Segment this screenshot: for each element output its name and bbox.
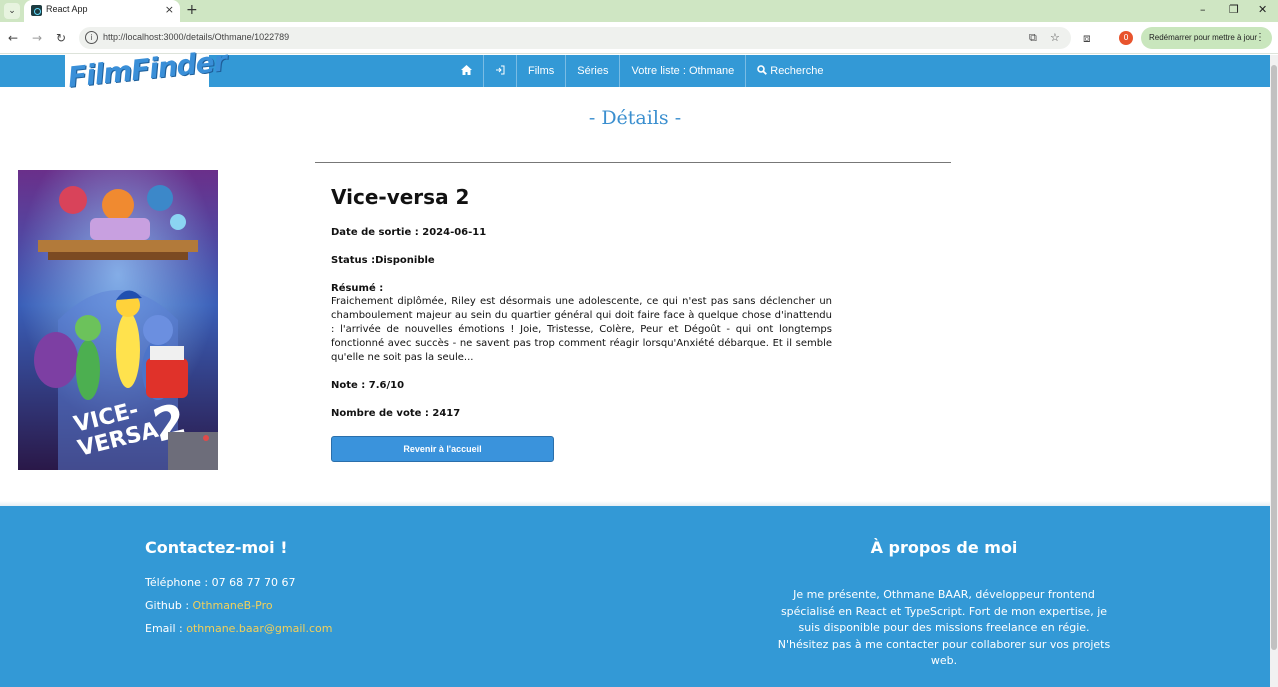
contact-email: Email : othmane.baar@gmail.com — [145, 622, 332, 635]
logo[interactable]: FilmFinder — [65, 44, 228, 107]
reload-icon[interactable]: ↻ — [56, 30, 66, 46]
nav-my-list[interactable]: Votre liste : Othmane — [620, 55, 747, 87]
vote-count: Nombre de vote : 2417 — [331, 408, 832, 419]
github-label: Github : — [145, 599, 193, 612]
status-value: Disponible — [375, 255, 435, 266]
nav-home[interactable] — [450, 55, 484, 87]
logout-icon — [496, 65, 505, 75]
address-bar[interactable]: i http://localhost:3000/details/Othmane/… — [79, 27, 1071, 49]
new-tab-button[interactable]: + — [186, 1, 198, 19]
contact-title: Contactez-moi ! — [145, 538, 288, 557]
resume-text: Fraichement diplômée, Riley est désormai… — [331, 296, 832, 363]
close-tab-icon[interactable]: × — [165, 3, 174, 17]
extensions-icon[interactable]: ⧈ — [1083, 30, 1091, 46]
vote-count-label: Nombre de vote : — [331, 408, 433, 419]
release-date: Date de sortie : 2024-06-11 — [331, 227, 832, 238]
tab-title: React App — [46, 4, 88, 14]
menu-dots-icon[interactable]: ⋮ — [1255, 27, 1265, 49]
rating: Note : 7.6/10 — [331, 380, 832, 391]
nav-menu: Films Séries Votre liste : Othmane Reche… — [450, 55, 834, 87]
vote-count-value: 2417 — [432, 408, 461, 419]
movie-details: Vice-versa 2 Date de sortie : 2024-06-11… — [331, 185, 832, 462]
release-date-label: Date de sortie : — [331, 227, 423, 238]
minimize-icon[interactable]: – — [1200, 3, 1206, 17]
footer: Contactez-moi ! Téléphone : 07 68 77 70 … — [0, 506, 1270, 687]
contact-github: Github : OthmaneB-Pro — [145, 599, 273, 612]
forward-icon[interactable]: → — [32, 30, 42, 46]
restore-icon[interactable]: ❐ — [1229, 3, 1239, 17]
divider — [315, 162, 951, 163]
favicon-react-icon — [31, 5, 42, 16]
nav-logout[interactable] — [484, 55, 517, 87]
update-button[interactable]: Redémarrer pour mettre à jour ⋮ — [1141, 27, 1272, 49]
movie-title: Vice-versa 2 — [331, 185, 470, 209]
about-text: Je me présente, Othmane BAAR, développeu… — [777, 588, 1111, 667]
rating-value: 7.6/10 — [368, 380, 405, 391]
nav-search-label: Recherche — [770, 65, 824, 77]
poster-illustration: VICE- VERSA 2 — [18, 170, 218, 470]
about-title: À propos de moi — [870, 538, 1018, 557]
window-close-icon[interactable]: ✕ — [1258, 3, 1267, 17]
phone-value: 07 68 77 70 67 — [211, 576, 296, 589]
install-icon[interactable]: ⧉ — [1029, 30, 1037, 46]
profile-badge[interactable]: 0 — [1119, 31, 1133, 45]
nav-series[interactable]: Séries — [566, 55, 621, 87]
status: Status :Disponible — [331, 255, 832, 266]
bookmark-star-icon[interactable]: ☆ — [1050, 30, 1060, 46]
contact-phone: Téléphone : 07 68 77 70 67 — [145, 576, 296, 589]
browser-tab[interactable]: React App × — [24, 0, 180, 22]
movie-poster: VICE- VERSA 2 — [18, 170, 218, 470]
page-heading: - Détails - — [588, 107, 682, 129]
rating-label: Note : — [331, 380, 369, 391]
github-link[interactable]: OthmaneB-Pro — [193, 599, 273, 612]
nav-films[interactable]: Films — [517, 55, 567, 87]
email-link[interactable]: othmane.baar@gmail.com — [186, 622, 332, 635]
tab-menu-icon[interactable]: ⌄ — [4, 3, 20, 19]
phone-label: Téléphone : — [145, 576, 212, 589]
resume-label: Résumé : — [331, 283, 384, 294]
update-label: Redémarrer pour mettre à jour — [1149, 33, 1258, 42]
home-icon — [461, 65, 472, 75]
site-info-icon[interactable]: i — [85, 31, 98, 44]
page-scrollbar[interactable] — [1270, 55, 1278, 687]
back-icon[interactable]: ← — [8, 30, 18, 46]
status-label: Status : — [331, 255, 376, 266]
search-icon — [757, 65, 768, 75]
release-date-value: 2024-06-11 — [422, 227, 487, 238]
url-text[interactable]: http://localhost:3000/details/Othmane/10… — [103, 32, 289, 42]
email-label: Email : — [145, 622, 187, 635]
back-home-button[interactable]: Revenir à l'accueil — [331, 436, 554, 462]
site-navbar: FilmFinder Films Séries Votre liste : Ot… — [0, 44, 1270, 107]
browser-tab-bar: ⌄ React App × + – ❐ ✕ — [0, 0, 1278, 22]
nav-search[interactable]: Recherche — [746, 55, 834, 87]
scrollbar-thumb[interactable] — [1271, 65, 1277, 650]
